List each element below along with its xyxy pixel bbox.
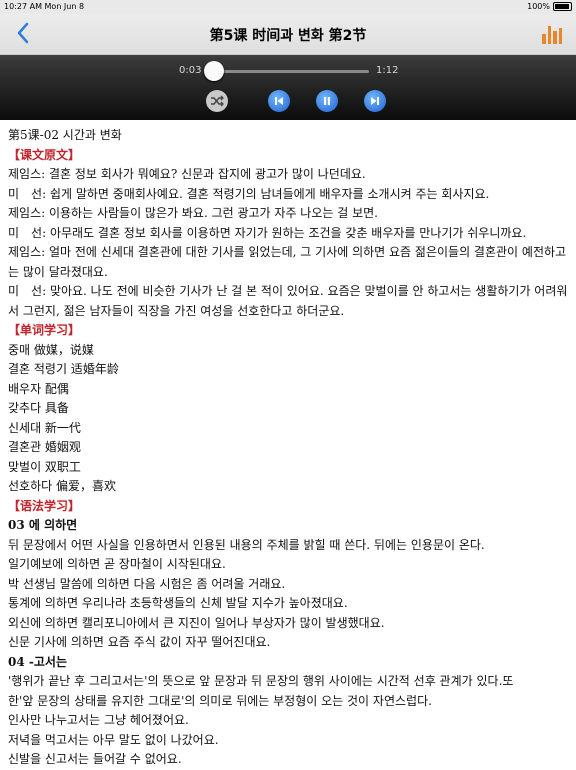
dialogue-line: 제임스: 얼마 전에 신세대 결혼관에 대한 기사를 읽었는데, 그 기사에 의…	[8, 245, 567, 279]
vocab-item: 신세대 新一代	[8, 420, 81, 435]
nav-bar: 第5课 时间과 변화 第2节	[0, 14, 576, 55]
grammar-example: 일기예보에 의하면 곧 장마철이 시작된대요.	[8, 557, 226, 571]
dialogue-line: 미 선: 쉽게 말하면 중매회사예요. 결혼 적령기의 남녀들에게 배우자를 소…	[8, 186, 490, 201]
dialogue-line: 제임스: 이용하는 사람들이 많은가 봐요. 그런 광고가 자주 나오는 걸 보…	[8, 206, 378, 220]
dialogue-line: 미 선: 맞아요. 나도 전에 비슷한 기사가 난 걸 본 적이 있어요. 요즘…	[8, 284, 568, 318]
vocab-item: 맞벌이 双职工	[8, 459, 81, 474]
dialogue-line: 미 선: 아무래도 결혼 정보 회사를 이용하면 자기가 원하는 조건을 갖춘 …	[8, 225, 527, 240]
lesson-content: 第5课-02 시간과 변화 【课文原文】 제임스: 결혼 정보 회사가 뭐예요?…	[8, 126, 570, 770]
status-bar: 10:27 AM Mon Jun 8 100%	[0, 0, 576, 14]
grammar-example: 통계에 의하면 우리나라 초등학생들의 신체 발달 지수가 높아졌대요.	[8, 596, 348, 610]
grammar-title: 04 -고서는	[8, 654, 67, 669]
audio-player: 0:03 1:12	[0, 55, 576, 120]
pause-icon[interactable]	[316, 90, 338, 112]
battery-percent: 100%	[527, 2, 550, 11]
battery-icon	[553, 2, 572, 11]
previous-icon[interactable]	[268, 90, 290, 112]
grammar-example: 저녁을 먹고서는 아무 말도 없이 나갔어요.	[8, 732, 219, 747]
progress-slider[interactable]	[203, 61, 369, 81]
vocab-item: 갖추다 具备	[8, 401, 69, 415]
grammar-description: 뒤 문장에서 어떤 사실을 인용하면서 인용된 내용의 주체를 밝힐 때 쓴다.…	[8, 537, 485, 552]
shuffle-icon[interactable]	[206, 90, 228, 112]
vocab-item: 결혼관 婚姻观	[8, 440, 81, 454]
vocab-item: 결혼 적령기 适婚年龄	[8, 362, 119, 376]
duration-time: 1:12	[376, 65, 399, 76]
dialogue-line: 제임스: 결혼 정보 회사가 뭐예요? 신문과 잡지에 광고가 많이 나던데요.	[8, 167, 366, 181]
elapsed-time: 0:03	[179, 65, 202, 76]
vocab-item: 중매 做媒，说媒	[8, 342, 94, 357]
vocab-item: 배우자 配偶	[8, 381, 69, 396]
section-heading-grammar: 【语法学习】	[8, 498, 81, 513]
grammar-example: 신발을 신고서는 들어갈 수 없어요.	[8, 752, 182, 766]
lesson-title: 第5课-02 시간과 변화	[8, 128, 122, 142]
grammar-title: 03 에 의하면	[8, 518, 78, 532]
slider-knob[interactable]	[203, 61, 224, 81]
next-icon[interactable]	[364, 90, 386, 112]
grammar-description: '행위가 끝난 후 그리고서는'의 뜻으로 앞 문장과 뒤 문장의 행위 사이에…	[8, 674, 514, 688]
section-heading-text: 【课文原文】	[8, 147, 81, 162]
grammar-description: 한'앞 문장의 상태를 유지한 그대로'의 의미로 뒤에는 부정형이 오는 것이…	[8, 693, 432, 708]
grammar-example: 외신에 의하면 캘리포니아에서 큰 지진이 일어나 부상자가 많이 발생했대요.	[8, 615, 385, 630]
grammar-example: 박 선생님 말씀에 의하면 다음 시험은 좀 어려울 거래요.	[8, 576, 286, 591]
vocab-item: 선호하다 偏爱，喜欢	[8, 479, 116, 493]
grammar-example: 신문 기사에 의하면 요즘 주식 값이 자꾸 떨어진대요.	[8, 635, 271, 649]
section-heading-vocab: 【单词学习】	[8, 323, 81, 337]
bar-chart-icon[interactable]	[542, 26, 562, 44]
status-right: 100%	[527, 2, 572, 11]
grammar-example: 인사만 나누고서는 그냥 헤어졌어요.	[8, 713, 189, 727]
page-title: 第5课 时间과 변화 第2节	[209, 28, 367, 44]
status-time: 10:27 AM Mon Jun 8	[4, 2, 85, 11]
